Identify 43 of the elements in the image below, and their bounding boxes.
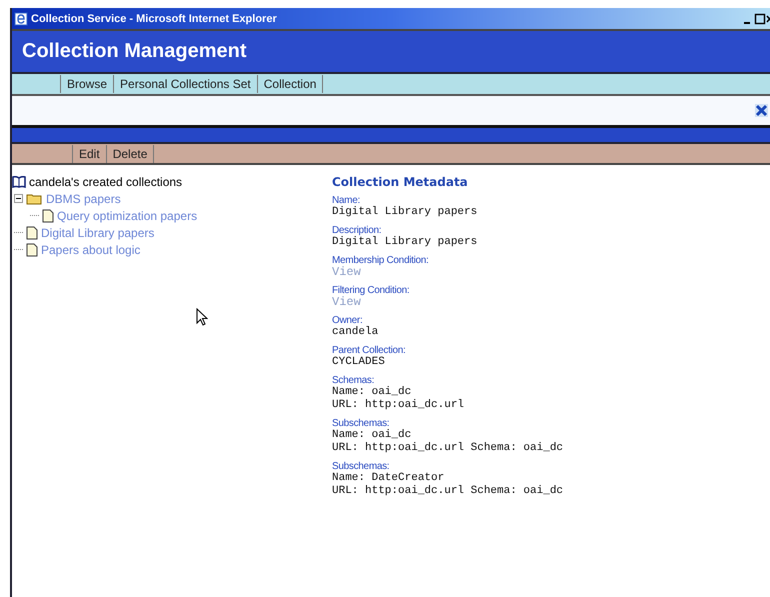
view-link[interactable]: View (332, 296, 564, 309)
nav-link[interactable]: Browse (60, 75, 114, 93)
nav-link[interactable]: Personal Collections Set (113, 75, 257, 93)
field-value: Name: oai_dc (332, 386, 412, 399)
field-label: Name: (332, 195, 361, 206)
document-icon (26, 226, 38, 240)
field-value: Digital Library papers (332, 236, 478, 249)
action-link[interactable]: Edit (72, 144, 106, 162)
tree-link[interactable]: Papers about logic (41, 242, 140, 256)
view-link[interactable]: View (332, 266, 564, 279)
field-label: Parent Collection: (332, 345, 407, 356)
section-heading: Collection Metadata (332, 175, 469, 189)
tree-link[interactable]: Query optimization papers (57, 208, 198, 222)
field-label: Subschemas: (332, 461, 390, 472)
page-title: Collection Management (21, 40, 246, 63)
field-value: candela (332, 326, 380, 339)
window-title: Collection Service - Microsoft Internet Explorer (31, 12, 278, 24)
nav-link[interactable]: Collection (256, 75, 324, 93)
action-link[interactable]: Delete (106, 144, 154, 162)
field-value: Name: DateCreator (332, 472, 446, 485)
field-label: Schemas: (332, 375, 376, 386)
tree-link[interactable]: DBMS papers (46, 192, 121, 206)
field-label: Description: (332, 225, 382, 236)
tree-root-label: candela's created collections (29, 174, 182, 188)
field-label: Filtering Condition: (332, 285, 410, 296)
collapse-icon[interactable] (14, 194, 23, 203)
maximize-icon[interactable] (754, 12, 766, 24)
field-label: Subschemas: (332, 418, 390, 429)
document-icon (26, 242, 38, 256)
field-label: Owner: (332, 315, 364, 326)
field-value: URL: http:oai_dc.url Schema: oai_dc (332, 485, 564, 498)
field-value: Digital Library papers (332, 206, 478, 219)
mouse-pointer-icon (196, 308, 208, 326)
field-label: Membership Condition: (332, 255, 430, 266)
tree-link[interactable]: Digital Library papers (41, 226, 154, 240)
field-value: Name: oai_dc (332, 429, 412, 442)
browser-icon (14, 12, 28, 26)
field-value: URL: http:oai_dc.url Schema: oai_dc (332, 442, 564, 455)
document-icon (42, 208, 54, 222)
field-value: URL: http:oai_dc.url (332, 399, 466, 412)
field-value: CYCLADES (332, 356, 386, 369)
close-icon[interactable] (755, 104, 768, 117)
folder-icon (26, 192, 43, 204)
